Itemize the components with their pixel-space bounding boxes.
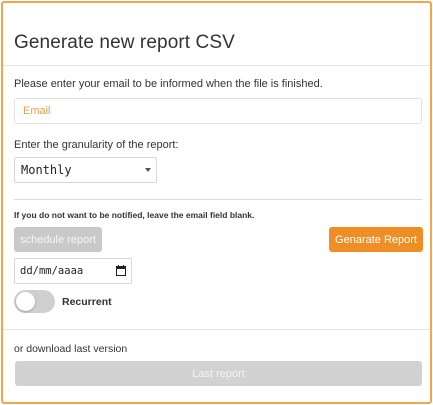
section-divider [14,199,422,200]
date-placeholder: dd/mm/aaaa [20,265,84,277]
download-prompt: or download last version [14,343,128,355]
notification-hint: If you do not want to be notified, leave… [14,210,255,220]
email-prompt: Please enter your email to be informed w… [14,78,323,90]
email-field[interactable] [14,98,422,124]
generate-report-button[interactable]: Genarate Report [329,227,423,252]
recurrent-label: Recurrent [62,296,112,308]
report-csv-dialog: Generate new report CSV Please enter you… [1,1,432,404]
granularity-select[interactable]: Monthly [14,157,157,183]
calendar-icon[interactable] [116,265,126,276]
schedule-report-button[interactable]: schedule report [14,227,102,252]
last-report-button[interactable]: Last report [15,361,422,386]
granularity-prompt: Enter the granularity of the report: [14,139,179,151]
dialog-title: Generate new report CSV [14,32,235,53]
recurrent-toggle[interactable] [14,290,55,313]
granularity-selected-value: Monthly [21,163,72,177]
footer-divider [3,329,430,330]
date-input[interactable]: dd/mm/aaaa [14,258,132,284]
chevron-down-icon [145,168,151,172]
dialog-header: Generate new report CSV [3,3,430,66]
toggle-knob [16,292,35,311]
